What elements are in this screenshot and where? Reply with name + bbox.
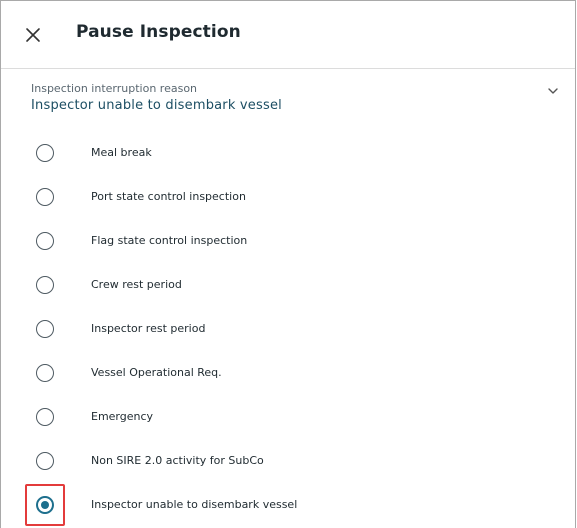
chevron-down-icon[interactable] [546, 84, 560, 98]
radio-button-checked[interactable] [36, 496, 54, 514]
option-crew-rest[interactable]: Crew rest period [1, 263, 575, 307]
option-port-state-control[interactable]: Port state control inspection [1, 175, 575, 219]
option-label: Non SIRE 2.0 activity for SubCo [91, 454, 264, 467]
reason-select-value: Inspector unable to disembark vessel [31, 98, 282, 113]
close-icon[interactable] [21, 23, 45, 47]
option-label: Inspector unable to disembark vessel [91, 498, 298, 511]
option-inspector-rest[interactable]: Inspector rest period [1, 307, 575, 351]
dialog-title: Pause Inspection [76, 22, 241, 42]
radio-button[interactable] [36, 144, 54, 162]
radio-button[interactable] [36, 232, 54, 250]
option-label: Emergency [91, 410, 154, 423]
radio-button[interactable] [36, 320, 54, 338]
option-label: Port state control inspection [91, 190, 246, 203]
option-emergency[interactable]: Emergency [1, 395, 575, 439]
option-label: Inspector rest period [91, 322, 206, 335]
option-vessel-operational[interactable]: Vessel Operational Req. [1, 351, 575, 395]
option-unable-to-disembark[interactable]: Inspector unable to disembark vessel [1, 483, 575, 527]
reason-select-label: Inspection interruption reason [31, 82, 198, 95]
option-meal-break[interactable]: Meal break [1, 131, 575, 175]
option-label: Meal break [91, 146, 152, 159]
option-non-sire-activity[interactable]: Non SIRE 2.0 activity for SubCo [1, 439, 575, 483]
option-label: Flag state control inspection [91, 234, 248, 247]
option-label: Vessel Operational Req. [91, 366, 222, 379]
radio-button[interactable] [36, 364, 54, 382]
radio-button[interactable] [36, 408, 54, 426]
option-flag-state-control[interactable]: Flag state control inspection [1, 219, 575, 263]
dialog-header: Pause Inspection [1, 1, 575, 69]
radio-button[interactable] [36, 188, 54, 206]
radio-button[interactable] [36, 276, 54, 294]
radio-button[interactable] [36, 452, 54, 470]
pause-inspection-dialog: Pause Inspection Inspection interruption… [0, 0, 576, 528]
reason-select[interactable]: Inspection interruption reason Inspector… [1, 69, 575, 131]
option-label: Crew rest period [91, 278, 182, 291]
